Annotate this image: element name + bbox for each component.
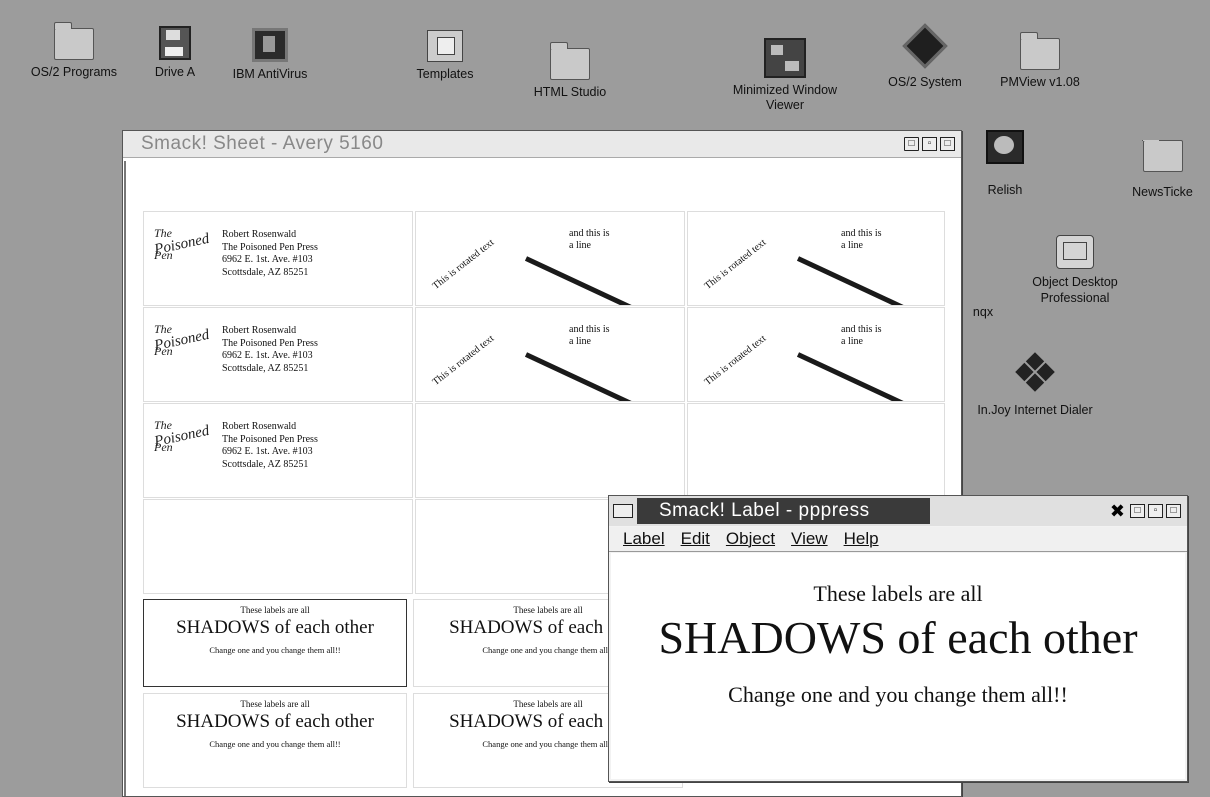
desktop-icon-label: Relish	[987, 183, 1023, 197]
desktop-icon-label: OS/2 Programs	[30, 65, 118, 79]
desktop-icon-partial[interactable]: nqx	[968, 305, 998, 319]
menu-help[interactable]: Help	[844, 529, 879, 549]
address-block: Robert Rosenwald The Poisoned Pen Press 69…	[222, 229, 318, 278]
poisoned-pen-logo: The Poisoned Pen	[152, 322, 211, 358]
preview-line-3: Change one and you change them all!!	[728, 682, 1068, 707]
preview-line-2: SHADOWS of each other	[658, 612, 1138, 663]
desktop-icon-label: Drive A	[154, 65, 196, 79]
desktop-icon-label: PMView v1.08	[1000, 75, 1080, 89]
desktop-icon-ibm-antivirus[interactable]: IBM AntiVirus	[220, 28, 320, 81]
label-preview[interactable]: These labels are all SHADOWS of each oth…	[611, 553, 1185, 779]
desktop-icon-label: NewsTicke	[1132, 185, 1193, 199]
minimized-window-viewer-icon	[764, 38, 806, 78]
restore-button[interactable]: ▫	[922, 137, 937, 151]
maximize-button[interactable]: □	[1130, 504, 1145, 518]
label-cell[interactable]: This is rotated text and this is a line	[687, 211, 945, 306]
shadow-line-3: Change one and you change them all!!	[209, 645, 341, 655]
rotated-text: This is rotated text	[430, 237, 497, 292]
desktop-icon-label: Object Desktop Professional	[1032, 275, 1118, 305]
label-window[interactable]: Smack! Label - pppress ✖ □ ▫ □ Label Edi…	[608, 495, 1188, 782]
menu-view[interactable]: View	[791, 529, 828, 549]
rotated-text: This is rotated text	[702, 333, 769, 388]
minimize-button[interactable]: □	[940, 137, 955, 151]
line-caption: and this is a line	[569, 324, 610, 347]
menu-edit[interactable]: Edit	[681, 529, 710, 549]
desktop-icon-injoy-dialer[interactable]: In.Joy Internet Dialer	[965, 352, 1105, 417]
desktop-icon-templates[interactable]: Templates	[400, 30, 490, 81]
line-shape	[524, 256, 651, 305]
preview-line-1: These labels are all	[813, 581, 983, 606]
label-cell[interactable]: This is rotated text and this is a line	[415, 307, 685, 402]
desktop-icon-label: In.Joy Internet Dialer	[977, 403, 1093, 417]
sheet-margin	[124, 161, 126, 796]
desktop-icon-label: nqx	[972, 305, 994, 319]
desktop-icon-label: Templates	[416, 67, 474, 81]
shadow-line-2: SHADOWS of each other	[176, 711, 374, 732]
os2-system-icon	[902, 23, 948, 69]
label-cell[interactable]: This is rotated text and this is a line	[687, 307, 945, 402]
desktop-icon-drive-a[interactable]: Drive A	[145, 26, 205, 79]
label-window-titlebar[interactable]: Smack! Label - pppress ✖ □ ▫ □	[609, 496, 1187, 526]
desktop-icon-label: Minimized Window Viewer	[732, 83, 838, 112]
menu-object[interactable]: Object	[726, 529, 775, 549]
line-caption: and this is a line	[569, 228, 610, 251]
menu-label[interactable]: Label	[623, 529, 665, 549]
templates-icon	[427, 30, 463, 62]
poisoned-pen-logo: The Poisoned Pen	[152, 418, 211, 454]
object-desktop-icon	[1056, 235, 1094, 269]
folder-icon	[549, 42, 590, 80]
folder-icon	[53, 22, 94, 60]
shadow-line-2: SHADOWS of each other	[176, 617, 374, 638]
desktop-icon-label: OS/2 System	[888, 75, 962, 89]
label-cell-empty[interactable]	[687, 403, 945, 498]
menu-bar: Label Edit Object View Help	[609, 527, 1187, 552]
desktop-icon-os2-system[interactable]: OS/2 System	[875, 23, 975, 89]
label-cell[interactable]: The Poisoned Pen Robert Rosenwald The Poiso…	[143, 307, 413, 402]
line-shape	[524, 352, 651, 401]
injoy-dialer-icon	[1015, 352, 1055, 392]
desktop-icon-label: HTML Studio	[533, 85, 607, 99]
desktop-icon-label: IBM AntiVirus	[232, 67, 308, 81]
line-caption: and this is a line	[841, 324, 882, 347]
address-block: Robert Rosenwald The Poisoned Pen Press 69…	[222, 421, 318, 470]
line-caption: and this is a line	[841, 228, 882, 251]
shadow-line-1: These labels are all	[240, 605, 310, 615]
line-shape	[796, 352, 923, 401]
label-cell[interactable]: These labels are all SHADOWS of each oth…	[143, 693, 407, 788]
system-menu-button[interactable]	[613, 504, 633, 518]
shadow-line-3: Change one and you change them all!!	[209, 739, 341, 749]
close-icon[interactable]: ✖	[1110, 501, 1125, 522]
sheet-window-title: Smack! Sheet - Avery 5160	[141, 133, 384, 154]
floppy-disk-icon	[159, 26, 191, 60]
sheet-window-titlebar[interactable]: Smack! Sheet - Avery 5160 □ ▫ □	[123, 131, 961, 158]
maximize-button[interactable]: □	[904, 137, 919, 151]
address-block: Robert Rosenwald The Poisoned Pen Press 69…	[222, 325, 318, 374]
label-cell-empty[interactable]	[143, 499, 413, 594]
poisoned-pen-logo: The Poisoned Pen	[152, 226, 211, 262]
label-cell[interactable]: The Poisoned Pen Robert Rosenwald The Poiso…	[143, 403, 413, 498]
label-cell[interactable]: This is rotated text and this is a line	[415, 211, 685, 306]
desktop-icon-relish[interactable]: Relish	[975, 130, 1035, 197]
line-shape	[796, 256, 923, 305]
label-cell-selected[interactable]: These labels are all SHADOWS of each oth…	[143, 599, 407, 687]
folder-icon	[1142, 140, 1183, 172]
minimize-button[interactable]: □	[1166, 504, 1181, 518]
folder-icon	[1019, 32, 1060, 70]
desktop-icon-newsticker[interactable]: NewsTicke	[1115, 140, 1210, 199]
shadow-line-1: These labels are all	[240, 699, 310, 709]
desktop-icon-minimized-window-viewer[interactable]: Minimized Window Viewer	[725, 38, 845, 113]
desktop-icon-object-desktop[interactable]: Object Desktop Professional	[1010, 235, 1140, 306]
label-window-title: Smack! Label - pppress	[637, 498, 930, 524]
desktop-icon-pmview[interactable]: PMView v1.08	[990, 32, 1090, 89]
relish-icon	[986, 130, 1024, 164]
label-cell[interactable]: The Poisoned Pen Robert Rosenwald The Poiso…	[143, 211, 413, 306]
rotated-text: This is rotated text	[430, 333, 497, 388]
rotated-text: This is rotated text	[702, 237, 769, 292]
desktop-icon-html-studio[interactable]: HTML Studio	[520, 42, 620, 99]
antivirus-icon	[252, 28, 288, 62]
restore-button[interactable]: ▫	[1148, 504, 1163, 518]
label-cell-empty[interactable]	[415, 403, 685, 498]
desktop-icon-os2-programs[interactable]: OS/2 Programs	[18, 22, 130, 79]
